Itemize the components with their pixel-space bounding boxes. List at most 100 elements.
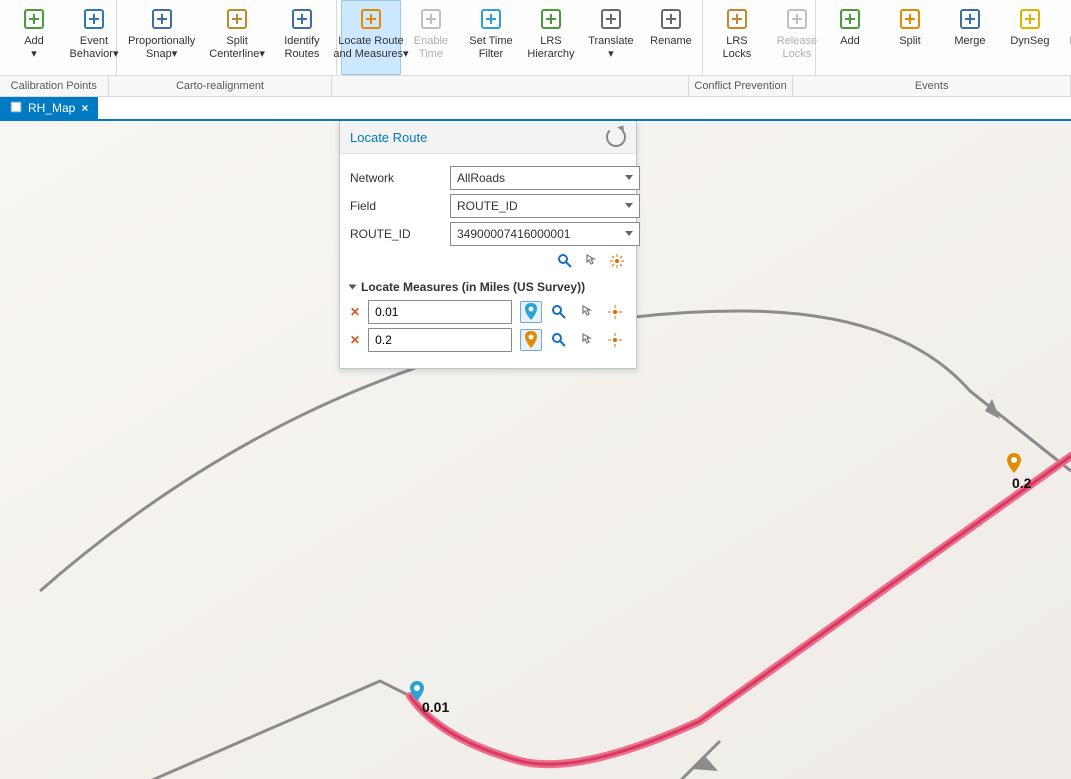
rename-button[interactable]: Rename — [641, 0, 701, 75]
event-behavior-button[interactable]: EventBehavior▾ — [64, 0, 124, 75]
rename-label: Rename — [650, 35, 692, 48]
measure-pin-2 — [1007, 453, 1021, 473]
map-view[interactable]: 0.01 0.2 Locate Route Network AllRoads F… — [0, 121, 1071, 779]
split-event-icon — [896, 5, 924, 33]
pan-to-route-icon[interactable] — [582, 252, 600, 270]
event-behavior-label: EventBehavior▾ — [70, 35, 119, 61]
enable-time-label: EnableTime — [414, 35, 448, 61]
lrs-locks-icon — [723, 5, 751, 33]
group-label: Conflict Prevention — [689, 76, 794, 96]
split-centerline-label: SplitCenterline▾ — [209, 35, 265, 61]
add-calib-icon — [20, 5, 48, 33]
network-select[interactable]: AllRoads — [450, 166, 640, 190]
field-value: ROUTE_ID — [457, 199, 518, 213]
add-event-label: Add — [840, 35, 860, 48]
translate-button[interactable]: Translate▾ — [581, 0, 641, 75]
delete-measure-button[interactable]: ✕ — [350, 305, 360, 319]
lrs-hierarchy-icon — [537, 5, 565, 33]
map-tab-label: RH_Map — [28, 101, 75, 115]
translate-label: Translate▾ — [588, 35, 633, 61]
zoom-to-measure-icon[interactable] — [548, 301, 570, 323]
set-time-filter-button[interactable]: Set TimeFilter — [461, 0, 521, 75]
zoom-to-measure-icon[interactable] — [548, 329, 570, 351]
pan-to-measure-icon[interactable] — [576, 329, 598, 351]
measure-row: ✕ — [350, 328, 626, 352]
network-value: AllRoads — [457, 171, 505, 185]
map-tab-bar: RH_Map × — [0, 97, 1071, 121]
route-tool-icons — [350, 252, 626, 270]
lrs-locks-label: LRSLocks — [723, 35, 752, 61]
measure-label-2: 0.2 — [1012, 475, 1031, 491]
flash-measure-icon[interactable] — [604, 329, 626, 351]
merge-event-icon — [956, 5, 984, 33]
routeid-label: ROUTE_ID — [350, 227, 450, 241]
refresh-icon[interactable] — [606, 127, 626, 147]
lrs-hierarchy-label: LRSHierarchy — [527, 35, 574, 61]
locate-measures-header[interactable]: Locate Measures (in Miles (US Survey)) — [350, 280, 626, 294]
measure-input[interactable] — [368, 328, 512, 352]
identify-routes-label: IdentifyRoutes — [284, 35, 319, 61]
lrs-hierarchy-button[interactable]: LRSHierarchy — [521, 0, 581, 75]
group-label: Calibration Points — [0, 76, 109, 96]
dynseg-button[interactable]: DynSeg — [1000, 0, 1060, 75]
split-centerline-button[interactable]: SplitCenterline▾ — [202, 0, 272, 75]
locate-route-label: Locate Routeand Measures▾ — [333, 35, 408, 61]
routeid-value: 34900007416000001 — [457, 227, 570, 241]
field-select[interactable]: ROUTE_ID — [450, 194, 640, 218]
enable-time-icon — [417, 5, 445, 33]
pan-to-measure-icon[interactable] — [576, 301, 598, 323]
merge-event-label: Merge — [954, 35, 985, 48]
ribbon-group-labels: Calibration PointsCarto-realignment Confl… — [0, 76, 1071, 97]
flash-measure-icon[interactable] — [604, 301, 626, 323]
set-time-filter-icon — [477, 5, 505, 33]
zoom-to-route-icon[interactable] — [556, 252, 574, 270]
rename-icon — [657, 5, 685, 33]
prop-snap-label: ProportionallySnap▾ — [128, 35, 195, 61]
map-icon — [10, 101, 22, 116]
lrs-locks-button[interactable]: LRSLocks — [707, 0, 767, 75]
field-label: Field — [350, 199, 450, 213]
measure-row: ✕ — [350, 300, 626, 324]
split-event-label: Split — [899, 35, 920, 48]
replace-event-button[interactable]: Replace — [1060, 0, 1071, 75]
dynseg-label: DynSeg — [1010, 35, 1049, 48]
split-centerline-icon — [223, 5, 251, 33]
prop-snap-icon — [148, 5, 176, 33]
measure-label-1: 0.01 — [422, 699, 449, 715]
release-locks-label: ReleaseLocks — [777, 35, 817, 61]
enable-time-button: EnableTime — [401, 0, 461, 75]
add-calib-button[interactable]: Add▾ — [4, 0, 64, 75]
group-label: Events — [793, 76, 1071, 96]
identify-routes-icon — [288, 5, 316, 33]
group-label — [332, 76, 688, 96]
ribbon-toolbar: Add▾ EventBehavior▾ ProportionallySnap▾ Spl… — [0, 0, 1071, 76]
panel-header: Locate Route — [340, 121, 636, 154]
locate-measures-title: Locate Measures (in Miles (US Survey)) — [361, 280, 585, 294]
locate-route-panel: Locate Route Network AllRoads Field ROUT… — [339, 121, 637, 369]
identify-routes-button[interactable]: IdentifyRoutes — [272, 0, 332, 75]
locate-route-icon — [357, 5, 385, 33]
add-event-button[interactable]: Add — [820, 0, 880, 75]
measure-input[interactable] — [368, 300, 512, 324]
locate-route-button[interactable]: Locate Routeand Measures▾ — [341, 0, 401, 75]
split-event-button[interactable]: Split — [880, 0, 940, 75]
add-event-icon — [836, 5, 864, 33]
merge-event-button[interactable]: Merge — [940, 0, 1000, 75]
map-tab[interactable]: RH_Map × — [0, 97, 98, 119]
add-calib-label: Add▾ — [24, 35, 44, 61]
network-label: Network — [350, 171, 450, 185]
measure-pin-1 — [410, 681, 424, 701]
delete-measure-button[interactable]: ✕ — [350, 333, 360, 347]
group-label: Carto-realignment — [109, 76, 333, 96]
select-on-map-icon[interactable] — [520, 301, 542, 323]
release-locks-icon — [783, 5, 811, 33]
flash-route-icon[interactable] — [608, 252, 626, 270]
dynseg-icon — [1016, 5, 1044, 33]
panel-title-text: Locate Route — [350, 130, 427, 145]
select-on-map-icon[interactable] — [520, 329, 542, 351]
set-time-filter-label: Set TimeFilter — [469, 35, 512, 61]
prop-snap-button[interactable]: ProportionallySnap▾ — [121, 0, 202, 75]
routeid-select[interactable]: 34900007416000001 — [450, 222, 640, 246]
close-tab-button[interactable]: × — [81, 101, 88, 115]
translate-icon — [597, 5, 625, 33]
